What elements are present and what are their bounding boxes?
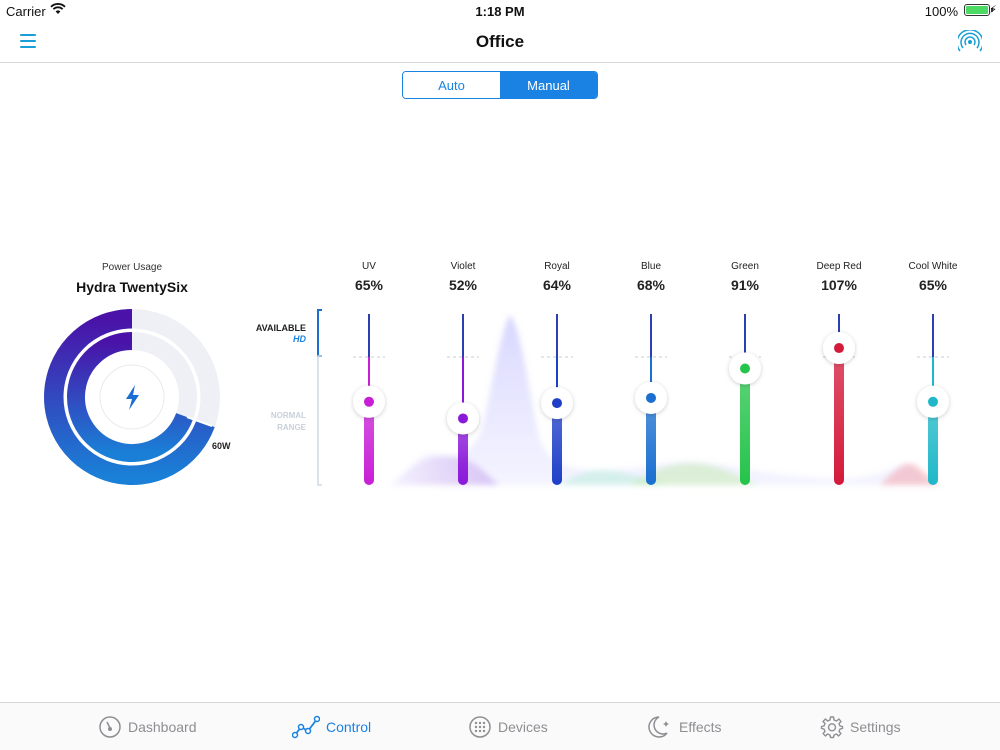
devices-icon [469,716,491,738]
dashboard-icon [99,716,121,738]
channel-value: 91% [730,277,760,293]
effects-icon [648,716,669,738]
normal-range-label: NORMAL RANGE [270,411,306,432]
watt-label: 60W [212,441,231,451]
slider-knob-dot [458,413,468,424]
status-bar: Carrier 1:18 PM 100% ⚡ [0,0,1000,22]
normal-range-bracket [317,355,322,486]
level-bar [834,348,844,485]
tab-control[interactable]: Control [292,713,371,741]
control-icon [292,715,320,739]
mode-segmented-control: Auto Manual [402,71,598,99]
slider-uv[interactable] [353,314,385,485]
slider-green[interactable] [729,314,761,485]
channel-name: Green [731,261,759,272]
device-name: Hydra TwentySix [76,279,188,295]
tab-settings[interactable]: Settings [820,713,901,741]
channel-value: 64% [542,277,572,293]
slider-blue[interactable] [635,314,667,485]
channel-name: UV [362,261,376,272]
channel-name: Deep Red [816,261,862,272]
slider-knob-dot [834,343,844,354]
status-time: 1:18 PM [475,4,525,19]
battery-icon [964,4,993,16]
power-usage-label: Power Usage [101,262,163,273]
slider-knob-dot [928,396,938,407]
channel-value: 52% [448,277,478,293]
slider-deep-red[interactable] [823,314,855,485]
settings-icon [820,716,844,739]
tab-effects[interactable]: Effects [645,713,722,741]
charging-icon: ⚡ [989,4,997,16]
slider-knob-dot [646,392,656,403]
page-title: Office [475,32,525,51]
tab-devices[interactable]: Devices [468,713,548,741]
slider-knob-dot [364,396,374,407]
channel-name: Violet [450,261,476,272]
tab-bar: Dashboard Control Devices Effects Settin… [0,702,1000,750]
slider-knob-dot [740,363,750,374]
channel-name: Cool White [908,261,958,272]
power-usage-donut [44,309,220,485]
channel-sliders [317,309,949,486]
available-label: AVAILABLE [255,323,306,333]
level-bar [740,368,750,485]
available-bracket [317,309,322,357]
hd-label: HD [293,334,306,344]
manual-mode-button[interactable]: Manual [500,72,597,98]
tab-dashboard[interactable]: Dashboard [98,713,197,741]
channel-value: 65% [918,277,948,293]
broadcast-icon[interactable] [958,30,982,52]
channel-value: 68% [636,277,666,293]
slider-cool-white[interactable] [917,314,949,485]
channel-name: Blue [640,261,661,272]
channel-name: Royal [544,261,570,272]
auto-mode-button[interactable]: Auto [403,72,500,98]
slider-knob-dot [552,398,562,409]
battery-percent: 100% [924,4,958,19]
channel-value: 65% [354,277,384,293]
channel-value: 107% [821,277,857,293]
navigation-bar: Office [0,22,1000,63]
